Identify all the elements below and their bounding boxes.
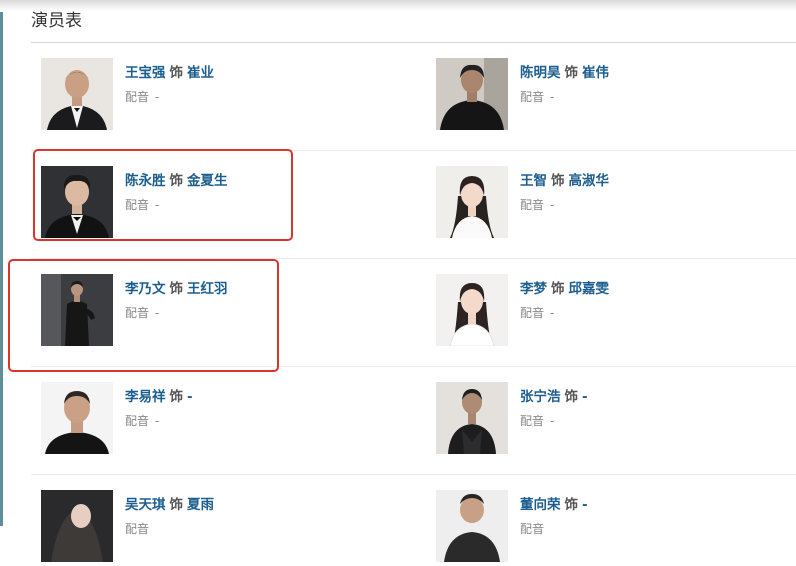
actor-photo[interactable] [41, 382, 113, 454]
actor-photo[interactable] [436, 490, 508, 562]
dub-label: 配音 [125, 90, 150, 104]
role-name: - [582, 389, 588, 405]
as-label: 饰 [551, 173, 565, 189]
as-label: 饰 [564, 389, 579, 405]
cast-card[interactable]: 董向荣饰 - 配音 [436, 490, 766, 566]
cast-card[interactable]: 王宝强饰崔业 配音 - [41, 58, 371, 134]
actor-name-link[interactable]: 董向荣 [520, 497, 561, 513]
role-name: - [582, 497, 588, 513]
section-title: 演员表 [31, 11, 82, 31]
actor-photo[interactable] [436, 274, 508, 346]
role-name-link[interactable]: 邱嘉雯 [569, 281, 610, 297]
dub-label: 配音 [520, 306, 545, 320]
dub-label: 配音 [125, 522, 150, 536]
dub-label: 配音 [125, 414, 150, 428]
cast-card[interactable]: 陈明昊饰崔伟 配音 - [436, 58, 766, 134]
actor-photo[interactable] [436, 58, 508, 130]
dub-value: - [550, 414, 555, 428]
as-label: 饰 [564, 497, 579, 513]
cast-card[interactable]: 吴天琪饰夏雨 配音 [41, 490, 371, 566]
highlight-box [8, 259, 279, 372]
cast-card[interactable]: 李梦饰邱嘉雯 配音 - [436, 274, 766, 350]
row-divider [31, 474, 796, 475]
title-divider [31, 42, 796, 43]
actor-name-link[interactable]: 吴天琪 [125, 497, 166, 513]
role-name: - [187, 389, 193, 405]
dub-value: - [550, 306, 555, 320]
role-name-link[interactable]: 高淑华 [569, 173, 610, 189]
actor-photo[interactable] [436, 382, 508, 454]
actor-name-link[interactable]: 李易祥 [125, 389, 166, 405]
as-label: 饰 [169, 389, 184, 405]
header-shadow [0, 0, 796, 12]
cast-card[interactable]: 李易祥饰 - 配音 - [41, 382, 371, 458]
role-name-link[interactable]: 崔伟 [582, 65, 609, 81]
dub-value: - [155, 414, 160, 428]
actor-photo[interactable] [41, 58, 113, 130]
as-label: 饰 [169, 497, 184, 513]
cast-card[interactable]: 王智饰高淑华 配音 - [436, 166, 766, 242]
dub-label: 配音 [520, 522, 545, 536]
dub-value: - [550, 90, 555, 104]
dub-value: - [155, 90, 160, 104]
dub-label: 配音 [520, 198, 545, 212]
actor-name-link[interactable]: 陈明昊 [520, 65, 561, 81]
cast-card[interactable]: 张宁浩饰 - 配音 - [436, 382, 766, 458]
actor-name-link[interactable]: 李梦 [520, 281, 547, 297]
dub-label: 配音 [520, 90, 545, 104]
actor-name-link[interactable]: 张宁浩 [520, 389, 561, 405]
as-label: 饰 [564, 65, 579, 81]
actor-photo[interactable] [41, 490, 113, 562]
role-name-link[interactable]: 崔业 [187, 65, 214, 81]
as-label: 饰 [169, 65, 184, 81]
dub-value: - [550, 198, 555, 212]
actor-photo[interactable] [436, 166, 508, 238]
actor-name-link[interactable]: 王宝强 [125, 65, 166, 81]
as-label: 饰 [551, 281, 565, 297]
actor-name-link[interactable]: 王智 [520, 173, 547, 189]
window-left-border [0, 0, 3, 526]
role-name-link[interactable]: 夏雨 [187, 497, 214, 513]
highlight-box [33, 149, 293, 241]
dub-label: 配音 [520, 414, 545, 428]
